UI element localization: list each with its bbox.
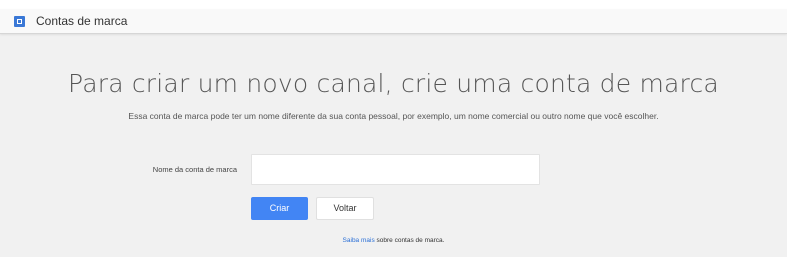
header-title: Contas de marca bbox=[36, 14, 128, 28]
brand-name-label: Nome da conta de marca bbox=[152, 165, 237, 174]
page-header: Contas de marca bbox=[0, 9, 787, 34]
learn-more-note: Saiba mais sobre contas de marca. bbox=[0, 236, 787, 246]
back-button[interactable]: Voltar bbox=[316, 197, 374, 220]
page-subtitle: Essa conta de marca pode ter um nome dif… bbox=[128, 111, 659, 121]
brand-name-input[interactable] bbox=[251, 154, 540, 185]
brand-account-icon bbox=[14, 15, 25, 27]
top-strip bbox=[0, 0, 787, 9]
learn-more-link[interactable]: Saiba mais bbox=[343, 237, 375, 244]
learn-more-text: sobre contas de marca. bbox=[374, 237, 445, 244]
page-title: Para criar um novo canal, crie uma conta… bbox=[68, 69, 719, 98]
create-button[interactable]: Criar bbox=[251, 197, 308, 220]
